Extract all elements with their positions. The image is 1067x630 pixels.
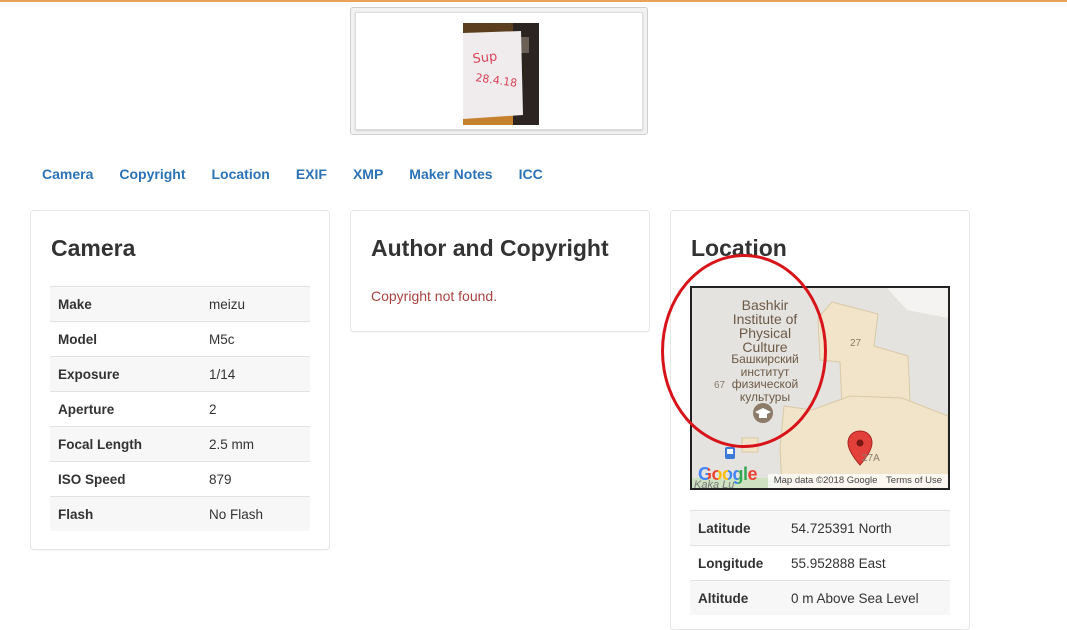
- camera-table: Make meizu Model M5c Exposure 1/14 Apert…: [50, 286, 310, 531]
- row-key: Model: [50, 321, 201, 357]
- nav-exif[interactable]: EXIF: [296, 166, 327, 182]
- row-key: Make: [50, 286, 201, 322]
- svg-text:Sup: Sup: [472, 49, 498, 67]
- row-value: 0 m Above Sea Level: [783, 580, 950, 615]
- map-place-label-ru: Башкирский институт физической культуры: [731, 352, 799, 404]
- table-row: Latitude 54.725391 North: [690, 510, 950, 546]
- table-row: Aperture 2: [50, 391, 310, 427]
- google-logo[interactable]: Google: [698, 464, 758, 485]
- map-building-number: 27: [850, 338, 862, 349]
- location-title: Location: [691, 235, 787, 261]
- row-value: 1/14: [201, 356, 310, 392]
- row-key: ISO Speed: [50, 461, 201, 497]
- row-value: 54.725391 North: [783, 510, 950, 546]
- photo-thumbnail-frame: Sup 28.4.18: [350, 7, 648, 135]
- camera-panel: Camera Make meizu Model M5c Exposure 1/1…: [30, 210, 330, 550]
- camera-title: Camera: [51, 235, 136, 261]
- section-nav: Camera Copyright Location EXIF XMP Maker…: [42, 166, 569, 182]
- row-value: 55.952888 East: [783, 545, 950, 581]
- map-building-number: 27A: [862, 453, 880, 464]
- location-table: Latitude 54.725391 North Longitude 55.95…: [690, 510, 950, 615]
- map-terms-link[interactable]: Terms of Use: [886, 475, 942, 486]
- row-value: 879: [201, 461, 310, 497]
- location-panel: Location Bashkir Institute of Physical C…: [670, 210, 970, 630]
- table-row: Focal Length 2.5 mm: [50, 426, 310, 462]
- table-row: Longitude 55.952888 East: [690, 545, 950, 581]
- row-key: Altitude: [690, 580, 783, 615]
- top-accent-line: [0, 0, 1067, 2]
- table-row: ISO Speed 879: [50, 461, 310, 497]
- table-row: Model M5c: [50, 321, 310, 357]
- nav-icc[interactable]: ICC: [519, 166, 543, 182]
- nav-maker-notes[interactable]: Maker Notes: [409, 166, 492, 182]
- row-value: meizu: [201, 286, 310, 322]
- nav-xmp[interactable]: XMP: [353, 166, 383, 182]
- row-value: 2.5 mm: [201, 426, 310, 462]
- table-row: Altitude 0 m Above Sea Level: [690, 580, 950, 615]
- author-title: Author and Copyright: [371, 235, 609, 261]
- nav-location[interactable]: Location: [211, 166, 269, 182]
- map-data-credit: Map data ©2018 Google: [773, 475, 878, 486]
- map-place-label-en: Bashkir Institute of Physical Culture: [732, 297, 798, 355]
- photo-image: Sup 28.4.18: [463, 23, 539, 125]
- row-value: M5c: [201, 321, 310, 357]
- row-key: Aperture: [50, 391, 201, 427]
- row-key: Focal Length: [50, 426, 201, 462]
- row-key: Flash: [50, 496, 201, 531]
- row-key: Exposure: [50, 356, 201, 392]
- row-key: Latitude: [690, 510, 783, 546]
- map-attribution: Map data ©2018 Google Terms of Use: [767, 474, 948, 488]
- google-logo-text: Google: [698, 464, 758, 484]
- nav-camera[interactable]: Camera: [42, 166, 93, 182]
- location-map[interactable]: Bashkir Institute of Physical Culture Ба…: [690, 286, 950, 490]
- table-row: Flash No Flash: [50, 496, 310, 531]
- copyright-not-found-message: Copyright not found.: [371, 288, 498, 304]
- row-value: 2: [201, 391, 310, 427]
- row-key: Longitude: [690, 545, 783, 581]
- table-row: Exposure 1/14: [50, 356, 310, 392]
- nav-copyright[interactable]: Copyright: [119, 166, 185, 182]
- table-row: Make meizu: [50, 286, 310, 322]
- map-building-number: 67: [714, 380, 726, 391]
- photo-thumbnail[interactable]: Sup 28.4.18: [355, 12, 643, 130]
- author-panel: Author and Copyright Copyright not found…: [350, 210, 650, 332]
- row-value: No Flash: [201, 496, 310, 531]
